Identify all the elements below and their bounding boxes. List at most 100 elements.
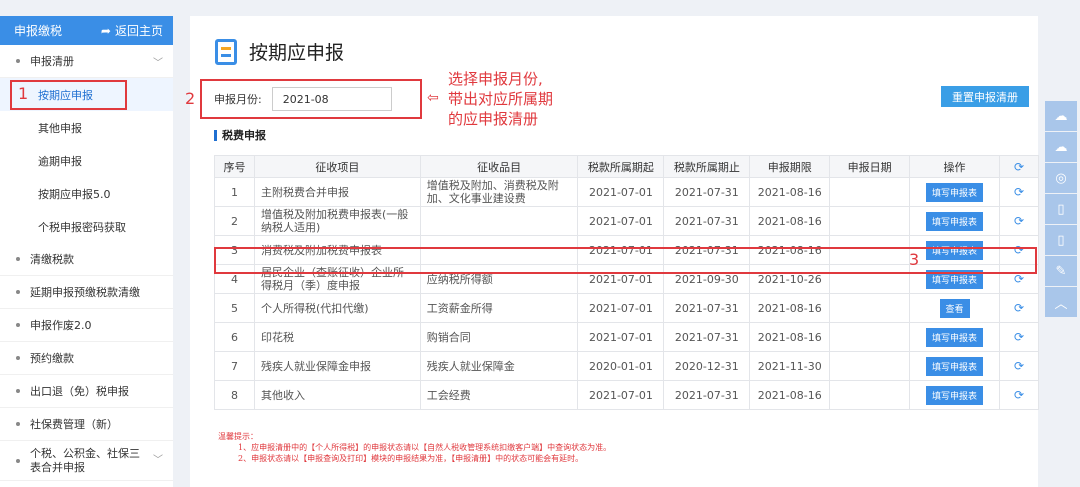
fill-form-button[interactable]: 填写申报表 [926, 356, 984, 376]
fill-form-button[interactable]: 填写申报表 [926, 327, 984, 347]
row-date [829, 293, 911, 323]
col-header: 税款所属期起 [577, 155, 665, 178]
row-end: 2021-07-31 [663, 380, 751, 410]
sidebar-sub-password[interactable]: 个税申报密码获取 [0, 210, 173, 243]
row-end: 2020-12-31 [663, 351, 751, 381]
sidebar-item-label: 出口退（免）税申报 [30, 385, 129, 398]
bullet-icon [16, 59, 20, 63]
sidebar-item-combined[interactable]: 个税、公积金、社保三表合并申报 ﹀ [0, 441, 173, 481]
row-subitem: 工会经费 [419, 380, 579, 410]
col-header: 申报期限 [749, 155, 831, 178]
sidebar-item-label: 预约缴款 [30, 352, 74, 365]
sidebar-item-label: 延期申报预缴税款清缴 [30, 286, 140, 299]
back-home-button[interactable]: ➦ 返回主页 [101, 22, 163, 39]
row-end: 2021-07-31 [663, 322, 751, 352]
row-item: 增值税及附加税费申报表(一般纳税人适用) [253, 206, 421, 236]
row-number: 8 [214, 380, 255, 410]
fill-form-button[interactable]: 填写申报表 [926, 211, 984, 231]
bullet-icon [16, 257, 20, 261]
sidebar-item-label: 社保费管理（新） [30, 418, 118, 431]
row-start: 2020-01-01 [577, 351, 665, 381]
refresh-icon[interactable]: ⟳ [1014, 160, 1024, 174]
sidebar-item-tax-clearing[interactable]: 清缴税款 [0, 243, 173, 276]
table-row: 5 个人所得税(代扣代缴) 工资薪金所得 2021-07-01 2021-07-31 20… [214, 293, 1040, 323]
row-operation: 填写申报表 [909, 322, 1000, 352]
chevron-down-icon: ﹀ [153, 454, 163, 466]
row-start: 2021-07-01 [577, 380, 665, 410]
table-row: 8 其他收入 工会经费 2021-07-01 2021-07-31 2021-08-16 填… [214, 380, 1040, 410]
refresh-icon[interactable]: ⟳ [1014, 214, 1024, 228]
row-refresh: ⟳ [998, 206, 1040, 236]
bullet-icon [16, 356, 20, 360]
row-refresh: ⟳ [998, 177, 1040, 207]
col-header-refresh[interactable]: ⟳ [998, 155, 1040, 178]
refresh-icon[interactable]: ⟳ [1014, 359, 1024, 373]
row-number: 2 [214, 206, 255, 236]
table-row: 2 增值税及附加税费申报表(一般纳税人适用) 2021-07-01 2021-07-3… [214, 206, 1040, 236]
fill-form-button[interactable]: 填写申报表 [926, 182, 984, 202]
refresh-icon[interactable]: ⟳ [1014, 330, 1024, 344]
annotation-number-3: 3 [909, 250, 920, 269]
row-start: 2021-07-01 [577, 322, 665, 352]
fill-form-button[interactable]: 填写申报表 [926, 385, 984, 405]
wechat-icon[interactable]: ☁ [1045, 132, 1077, 162]
row-subitem: 增值税及附加、消费税及附加、文化事业建设费 [419, 177, 579, 207]
sidebar-item-label: 申报作废2.0 [30, 319, 92, 332]
back-to-top-icon[interactable]: ︿ [1045, 287, 1077, 317]
sidebar-sub-other-declaration[interactable]: 其他申报 [0, 111, 173, 144]
row-operation: 填写申报表 [909, 206, 1000, 236]
weibo-icon[interactable]: ◎ [1045, 163, 1077, 193]
annotation-number-2: 2 [185, 89, 196, 108]
table-header-row: 序号 征收项目 征收品目 税款所属期起 税款所属期止 申报期限 申报日期 操作 … [214, 155, 1040, 178]
col-header: 征收项目 [253, 155, 421, 178]
row-date [829, 206, 911, 236]
row-operation: 填写申报表 [909, 380, 1000, 410]
refresh-icon[interactable]: ⟳ [1014, 185, 1024, 199]
row-number: 5 [214, 293, 255, 323]
col-header: 操作 [909, 155, 1000, 178]
row-item: 主附税费合并申报 [253, 177, 421, 207]
view-button[interactable]: 查看 [939, 298, 970, 318]
sidebar-sub-label: 按期应申报5.0 [38, 187, 111, 201]
sidebar-item-social-security[interactable]: 社保费管理（新） [0, 408, 173, 441]
table-row: 6 印花税 购销合同 2021-07-01 2021-07-31 2021-08-16 填写… [214, 322, 1040, 352]
row-number: 6 [214, 322, 255, 352]
row-refresh: ⟳ [998, 351, 1040, 381]
refresh-icon[interactable]: ⟳ [1014, 272, 1024, 286]
reset-list-button[interactable]: 重置申报清册 [941, 86, 1029, 107]
bullet-icon [16, 290, 20, 294]
sidebar-sub-periodic-5[interactable]: 按期应申报5.0 [0, 177, 173, 210]
month-input[interactable] [271, 87, 392, 111]
row-start: 2021-07-01 [577, 177, 665, 207]
mobile-icon[interactable]: ▯ [1045, 194, 1077, 224]
sidebar-item-declaration-list[interactable]: 申报清册 ﹀ [0, 45, 173, 78]
row-number: 7 [214, 351, 255, 381]
row-date [829, 322, 911, 352]
annotation-arrow-icon: ⇦ [427, 90, 439, 106]
tablet-icon[interactable]: ▯ [1045, 225, 1077, 255]
col-header: 申报日期 [829, 155, 911, 178]
sidebar-item-void[interactable]: 申报作废2.0 [0, 309, 173, 342]
sidebar-sub-overdue-declaration[interactable]: 逾期申报 [0, 144, 173, 177]
declaration-table: 序号 征收项目 征收品目 税款所属期起 税款所属期止 申报期限 申报日期 操作 … [214, 155, 1040, 410]
refresh-icon[interactable]: ⟳ [1014, 301, 1024, 315]
refresh-icon[interactable]: ⟳ [1014, 388, 1024, 402]
row-operation: 填写申报表 [909, 351, 1000, 381]
row-date [829, 380, 911, 410]
sidebar-item-deferred[interactable]: 延期申报预缴税款清缴 [0, 276, 173, 309]
sidebar-item-export-refund[interactable]: 出口退（免）税申报 [0, 375, 173, 408]
month-label: 申报月份: [214, 93, 262, 106]
sidebar-item-appointment[interactable]: 预约缴款 [0, 342, 173, 375]
row-subitem: 工资薪金所得 [419, 293, 579, 323]
row-end: 2021-07-31 [663, 206, 751, 236]
row-refresh: ⟳ [998, 380, 1040, 410]
row-end: 2021-07-31 [663, 177, 751, 207]
row-refresh: ⟳ [998, 322, 1040, 352]
row-operation: 填写申报表 [909, 177, 1000, 207]
row-subitem [419, 206, 579, 236]
annotation-line: 的应申报清册 [448, 110, 539, 128]
edit-icon[interactable]: ✎ [1045, 256, 1077, 286]
row-item: 印花税 [253, 322, 421, 352]
chat-icon[interactable]: ☁ [1045, 101, 1077, 131]
bullet-icon [16, 458, 20, 463]
